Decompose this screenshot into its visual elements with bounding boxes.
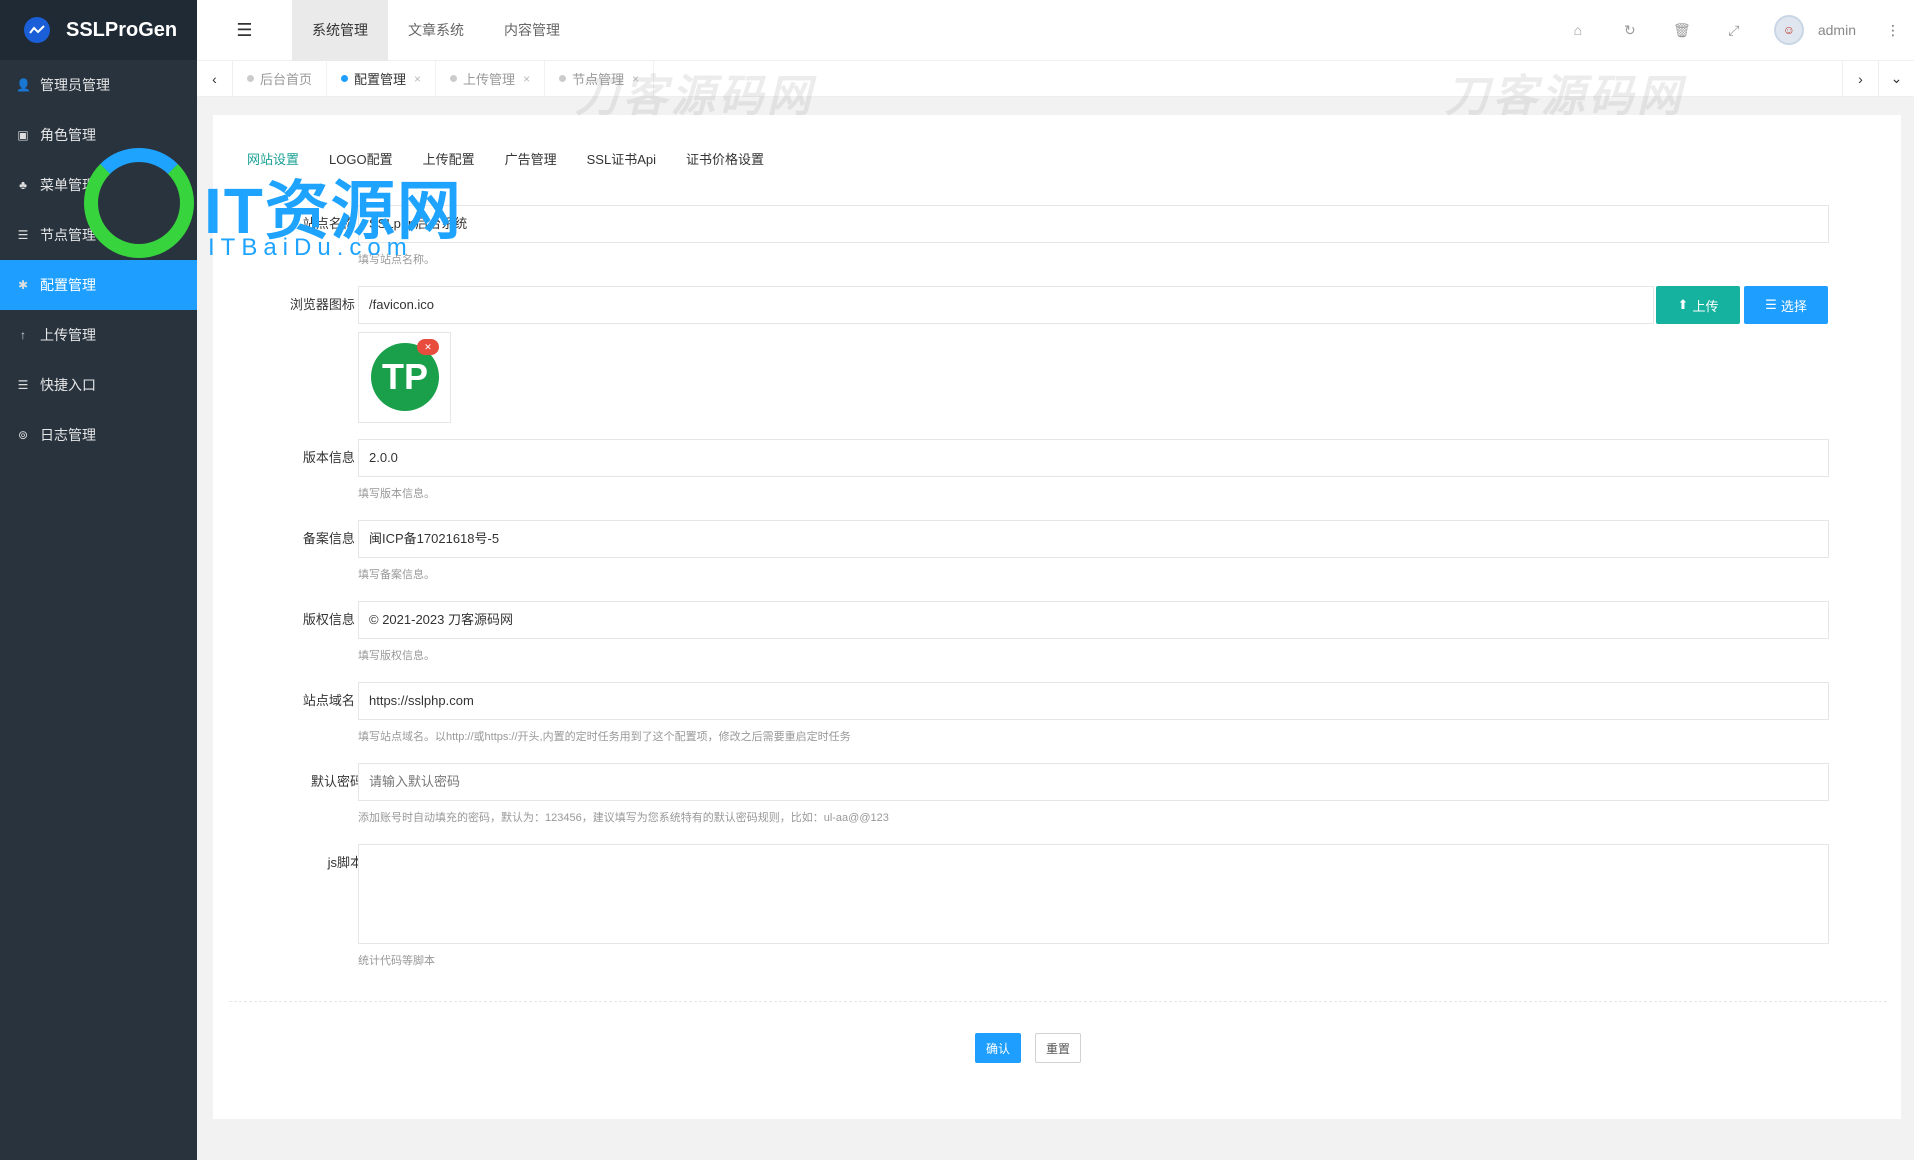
sidebar-item-4[interactable]: ✱ 配置管理	[0, 260, 197, 310]
settings-subtab[interactable]: 证书价格设置	[686, 149, 764, 168]
default-password-label: 默认密码	[310, 774, 363, 789]
favicon-input[interactable]: /favicon.ico	[358, 286, 1654, 324]
page-tab-label: 后台首页	[260, 72, 313, 87]
settings-subtab[interactable]: 广告管理	[505, 149, 557, 168]
page-tab-label: 上传管理	[463, 72, 516, 87]
sidebar-item-5[interactable]: ↑ 上传管理	[0, 310, 197, 360]
watermark: 刀客源码网	[575, 72, 815, 121]
top-header: ☰ 系统管理 文章系统 内容管理 ⌂ ↻ 🗑 ⤢ ☺ admin ⋮	[197, 0, 1914, 61]
brand-logo-icon	[84, 148, 194, 258]
tab-dot-icon	[450, 75, 458, 82]
sidebar-item-label: 日志管理	[40, 427, 96, 443]
sidebar-item-0[interactable]: 👤 管理员管理	[0, 60, 197, 110]
favicon-label: 浏览器图标*	[289, 297, 363, 312]
select-button[interactable]: ☰ 选择	[1744, 286, 1828, 324]
page-tab[interactable]: 后台首页	[233, 60, 328, 97]
sidebar-item-label: 管理员管理	[40, 77, 110, 93]
reset-button[interactable]: 重置	[1035, 1033, 1081, 1063]
delete-image-icon[interactable]: ✕	[417, 339, 439, 355]
more-vertical-icon[interactable]: ⋮	[1886, 22, 1900, 39]
tree-icon: ♣	[19, 178, 27, 192]
version-label: 版本信息*	[302, 450, 363, 465]
sidebar-item-label: 上传管理	[40, 327, 96, 343]
page-tab[interactable]: 上传管理 ×	[436, 60, 546, 97]
domain-hint: 填写站点域名。以http://或https://开头,内置的定时任务用到了这个配…	[358, 731, 851, 743]
domain-input[interactable]: https://sslphp.com	[358, 682, 1829, 720]
default-password-input[interactable]: 请输入默认密码	[358, 763, 1829, 801]
copyright-label: 版权信息*	[302, 612, 363, 627]
js-script-textarea[interactable]	[358, 844, 1829, 944]
sidebar-item-label: 配置管理	[40, 277, 96, 293]
page-tab-label: 配置管理	[354, 72, 407, 87]
gear-icon: ✱	[17, 278, 29, 292]
js-script-label: js脚本	[327, 855, 363, 870]
confirm-button[interactable]: 确认	[975, 1033, 1021, 1063]
sidebar-menu: 👤 管理员管理 ▣ 角色管理 ♣ 菜单管理 ☰ 节点管理 ✱ 配置管理 ↑ 上传管理 ☰ 快捷入口 ⊚ 日志管…	[0, 60, 197, 460]
list-icon: ☰	[17, 378, 29, 392]
upload-button[interactable]: ⬆ 上传	[1656, 286, 1740, 324]
top-tab[interactable]: 文章系统	[388, 0, 484, 61]
sidebar-item-label: 快捷入口	[40, 377, 96, 393]
header-tools: ⌂ ↻ 🗑 ⤢ ☺ admin ⋮	[1552, 0, 1914, 61]
tab-dot-icon	[341, 75, 349, 82]
sidebar-item-label: 角色管理	[40, 127, 96, 143]
tabs-scroll-right-icon[interactable]: ›	[1842, 60, 1878, 97]
trash-icon[interactable]: 🗑	[1656, 22, 1708, 39]
refresh-icon[interactable]: ↻	[1604, 22, 1656, 39]
avatar[interactable]: ☺	[1773, 15, 1804, 45]
tabs-scroll-left-icon[interactable]: ‹	[197, 60, 233, 97]
site-name-input[interactable]: SSLphp后台系统	[358, 205, 1829, 243]
close-icon[interactable]: ×	[414, 72, 421, 86]
list-icon: ☰	[1765, 297, 1777, 312]
settings-subtab[interactable]: SSL证书Api	[587, 149, 656, 168]
app-logo-icon	[24, 17, 50, 43]
page-tab[interactable]: 配置管理 ×	[327, 60, 437, 97]
role-icon: ▣	[17, 128, 29, 142]
default-password-hint: 添加账号时自动填充的密码，默认为：123456，建议填写为您系统特有的默认密码规…	[358, 812, 889, 824]
watermark: 刀客源码网	[1445, 72, 1685, 121]
form-divider	[229, 1001, 1887, 1002]
sidebar-item-label: 节点管理	[40, 227, 96, 243]
js-script-hint: 统计代码等脚本	[358, 955, 435, 967]
menu-toggle-icon[interactable]: ☰	[197, 0, 292, 61]
top-tab[interactable]: 内容管理	[484, 0, 580, 61]
version-hint: 填写版本信息。	[358, 488, 435, 500]
top-tab[interactable]: 系统管理	[292, 0, 388, 61]
top-nav: 系统管理 文章系统 内容管理	[292, 0, 580, 61]
close-icon[interactable]: ×	[523, 72, 530, 86]
home-icon[interactable]: ⌂	[1552, 22, 1604, 38]
favicon-preview: TP ✕	[358, 332, 451, 423]
tabs-menu-chevron-down-icon[interactable]: ⌄	[1878, 60, 1914, 97]
upload-icon: ⬆	[1677, 297, 1689, 312]
icp-label: 备案信息*	[302, 531, 363, 546]
user-name[interactable]: admin	[1818, 22, 1856, 38]
copyright-hint: 填写版权信息。	[358, 650, 435, 662]
app-title: SSLProGen	[66, 18, 178, 41]
sidebar-item-7[interactable]: ⊚ 日志管理	[0, 410, 197, 460]
sidebar-item-1[interactable]: ▣ 角色管理	[0, 110, 197, 160]
user-icon: 👤	[16, 78, 31, 92]
domain-label: 站点域名*	[302, 693, 363, 708]
fullscreen-icon[interactable]: ⤢	[1708, 22, 1760, 39]
app-logo[interactable]: SSLProGen	[0, 0, 197, 60]
tab-dot-icon	[247, 75, 254, 82]
icp-hint: 填写备案信息。	[358, 569, 435, 581]
brand-watermark-subtitle: ITBaiDu.com	[208, 234, 413, 261]
log-icon: ⊚	[17, 428, 29, 442]
icp-input[interactable]: 闽ICP备17021618号-5	[358, 520, 1829, 558]
sidebar-item-6[interactable]: ☰ 快捷入口	[0, 360, 197, 410]
settings-card: 刀客源码网 刀客源码网 刀客源码网 刀客源码网 网站设置LOGO配置上传配置广告…	[213, 72, 1901, 1119]
upload-arrow-icon: ↑	[20, 328, 26, 342]
version-input[interactable]: 2.0.0	[358, 439, 1829, 477]
tab-dot-icon	[559, 75, 567, 82]
list-icon: ☰	[17, 228, 29, 242]
copyright-input[interactable]: © 2021-2023 刀客源码网	[358, 601, 1829, 639]
